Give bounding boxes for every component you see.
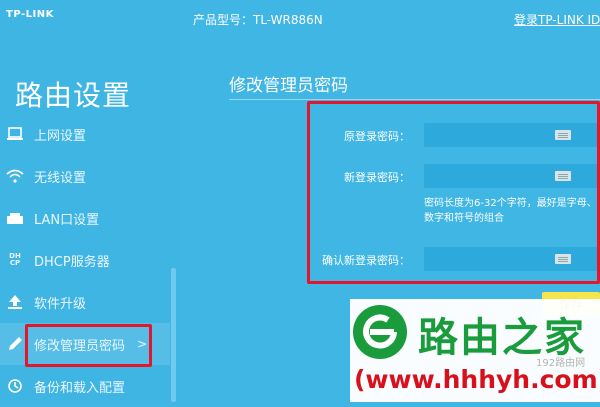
watermark-url: (www.hhhyh.com) <box>354 365 600 394</box>
sidebar-item-label: 软件升级 <box>34 296 87 312</box>
top-bar: 产品型号：TL-WR886N 登录TP-LINK ID <box>180 0 600 38</box>
sidebar-item-label: 无线设置 <box>34 170 87 186</box>
upload-icon <box>6 293 24 311</box>
sidebar-item-label: DHCP服务器 <box>34 254 110 270</box>
watermark-logo-icon <box>353 305 407 359</box>
sidebar-item-lan-settings[interactable]: LAN口设置 <box>0 197 170 239</box>
sidebar-item-label: LAN口设置 <box>34 212 100 228</box>
wifi-icon <box>6 167 24 185</box>
highlight-box-sidebar-item <box>25 324 152 367</box>
lan-port-icon <box>6 209 24 227</box>
sidebar-item-label: 上网设置 <box>34 128 87 144</box>
backup-icon <box>6 377 24 395</box>
pencil-icon <box>6 335 24 353</box>
sidebar-item-software-upgrade[interactable]: 软件升级 <box>0 281 170 323</box>
sidebar-item-backup-restore[interactable]: 备份和载入配置 <box>0 365 170 407</box>
sidebar-item-wireless-settings[interactable]: 无线设置 <box>0 155 170 197</box>
sidebar-item-internet-settings[interactable]: 上网设置 <box>0 113 170 155</box>
login-tplink-id-link[interactable]: 登录TP-LINK ID <box>514 11 600 28</box>
product-model: 产品型号：TL-WR886N <box>193 13 323 27</box>
heading-divider <box>229 99 600 100</box>
dhcp-icon: DH CP <box>9 252 21 267</box>
sidebar-item-label: 备份和载入配置 <box>34 380 126 396</box>
tp-link-logo: TP-LINK <box>6 9 54 20</box>
sidebar-item-dhcp-server[interactable]: DH CP DHCP服务器 <box>0 239 170 281</box>
page-title: 修改管理员密码 <box>229 76 348 96</box>
highlight-box-password-form <box>307 101 600 284</box>
sidebar-section-title: 路由设置 <box>15 79 132 112</box>
laptop-icon <box>6 125 24 143</box>
sidebar-scrollbar[interactable] <box>171 268 176 402</box>
watermark: 路由之家 192路由网 (www.hhhyh.com) <box>350 299 600 402</box>
